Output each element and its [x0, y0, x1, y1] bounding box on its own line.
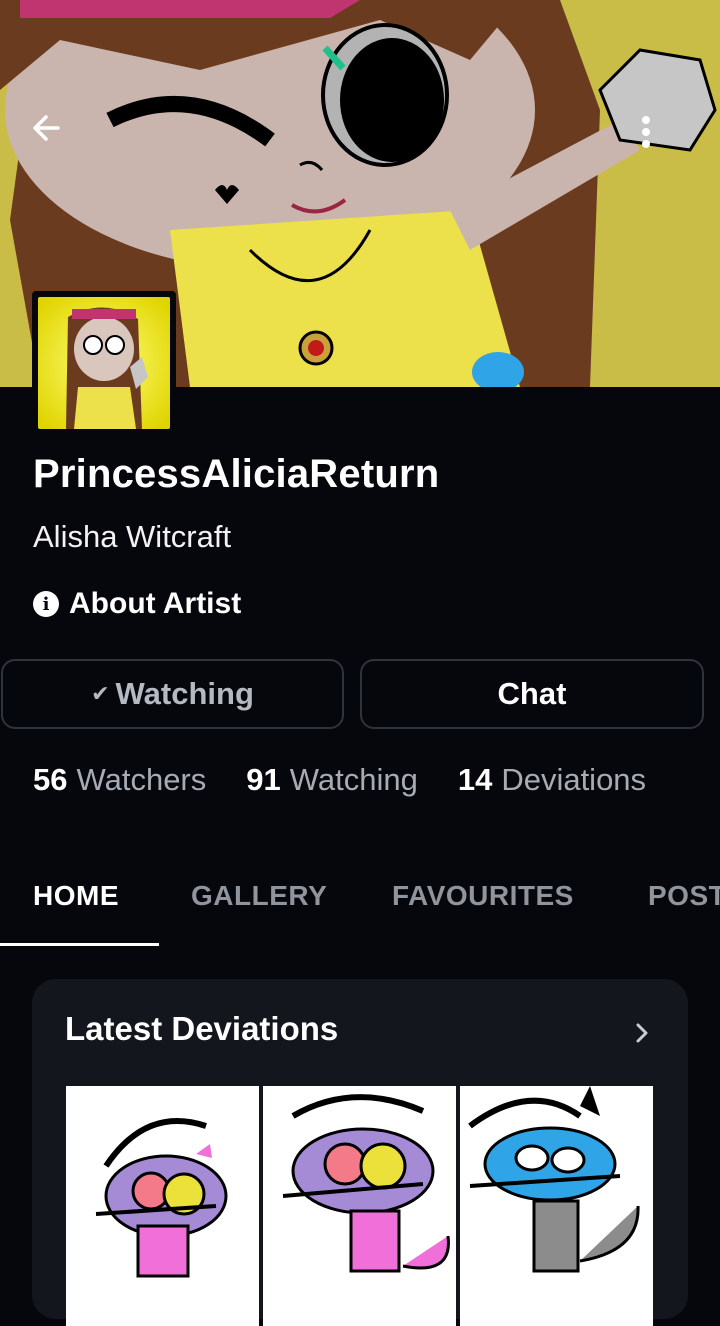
pink-bow-cat-artwork — [95, 1118, 228, 1278]
tab-gallery[interactable]: GALLERY — [191, 880, 327, 912]
more-vertical-icon — [642, 116, 650, 148]
chat-button[interactable]: Chat — [360, 659, 704, 729]
profile-tabs: HOME GALLERY FAVOURITES POSTS — [0, 862, 720, 948]
info-icon: i — [33, 591, 59, 617]
username: PrincessAliciaReturn — [33, 452, 440, 496]
check-icon: ✔ — [91, 681, 110, 706]
more-options-button[interactable] — [640, 112, 688, 168]
latest-deviations-card: Latest Deviations — [32, 979, 688, 1326]
active-tab-indicator — [0, 943, 159, 946]
avatar[interactable] — [32, 291, 176, 435]
deviation-thumbnail[interactable] — [66, 1086, 259, 1326]
watching-button[interactable]: ✔ Watching — [1, 659, 344, 729]
see-all-button[interactable] — [622, 1013, 662, 1053]
stat-watching[interactable]: 91 Watching — [246, 762, 418, 798]
blue-grey-cat-artwork — [468, 1086, 640, 1273]
watching-button-label: Watching — [115, 676, 254, 711]
arrow-left-icon — [33, 115, 60, 141]
stat-label: Deviations — [501, 762, 647, 797]
section-title: Latest Deviations — [65, 1010, 339, 1047]
stat-count: 56 — [33, 762, 68, 797]
tab-posts[interactable]: POSTS — [648, 880, 720, 912]
stat-label: Watching — [289, 762, 418, 797]
display-name: Alisha Witcraft — [33, 519, 232, 554]
avatar-image — [38, 297, 170, 429]
chevron-right-icon — [636, 1023, 648, 1043]
tab-home[interactable]: HOME — [33, 880, 119, 912]
chat-button-label: Chat — [497, 676, 567, 711]
tab-favourites[interactable]: FAVOURITES — [392, 880, 574, 912]
stat-count: 14 — [457, 762, 493, 797]
stat-count: 91 — [246, 762, 281, 797]
profile-stats: 56 Watchers 91 Watching 14 Deviations — [33, 762, 686, 798]
stat-deviations[interactable]: 14 Deviations — [458, 762, 646, 798]
back-button[interactable] — [28, 110, 84, 166]
stat-watchers[interactable]: 56 Watchers — [33, 762, 206, 798]
pink-cat-waving-artwork — [282, 1094, 450, 1273]
deviation-thumbnail[interactable] — [263, 1086, 456, 1326]
about-artist-link[interactable]: i About Artist — [33, 584, 241, 624]
deviation-thumbnail[interactable] — [460, 1086, 653, 1326]
about-artist-label: About Artist — [69, 587, 242, 620]
stat-label: Watchers — [76, 762, 207, 797]
